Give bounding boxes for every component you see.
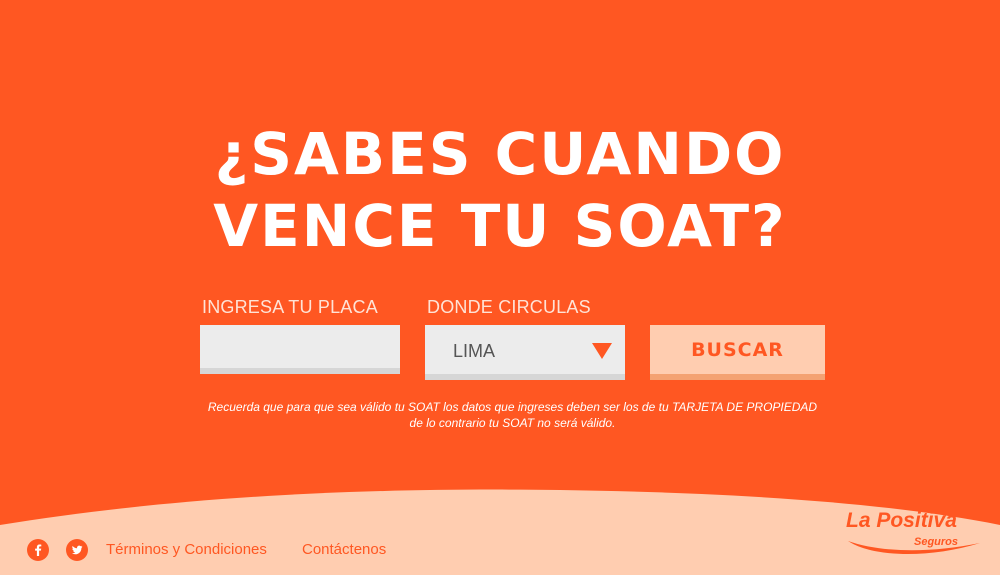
search-button[interactable]: BUSCAR <box>650 325 825 380</box>
twitter-button[interactable] <box>66 539 88 561</box>
logo-name: La Positiva <box>846 509 957 532</box>
chevron-down-icon <box>592 343 612 359</box>
validity-notice: Recuerda que para que sea válido tu SOAT… <box>207 400 818 430</box>
headline-line-1: ¿SABES CUANDO <box>214 120 786 188</box>
headline-line-2: VENCE TU SOAT? <box>213 192 787 260</box>
la-positiva-logo[interactable]: La Positiva Seguros <box>840 505 985 565</box>
logo-subtitle: Seguros <box>914 536 959 548</box>
region-label: DONDE CIRCULAS <box>427 297 591 317</box>
plate-input[interactable] <box>200 325 400 374</box>
plate-label: INGRESA TU PLACA <box>202 297 378 317</box>
terms-link[interactable]: Términos y Condiciones <box>106 541 267 558</box>
region-select[interactable]: LIMA <box>425 325 625 380</box>
facebook-icon <box>35 544 42 556</box>
twitter-icon <box>71 545 83 555</box>
contact-link[interactable]: Contáctenos <box>302 541 386 558</box>
page-headline: ¿SABES CUANDO VENCE TU SOAT? <box>0 118 1000 262</box>
facebook-button[interactable] <box>27 539 49 561</box>
region-select-value: LIMA <box>453 341 496 361</box>
